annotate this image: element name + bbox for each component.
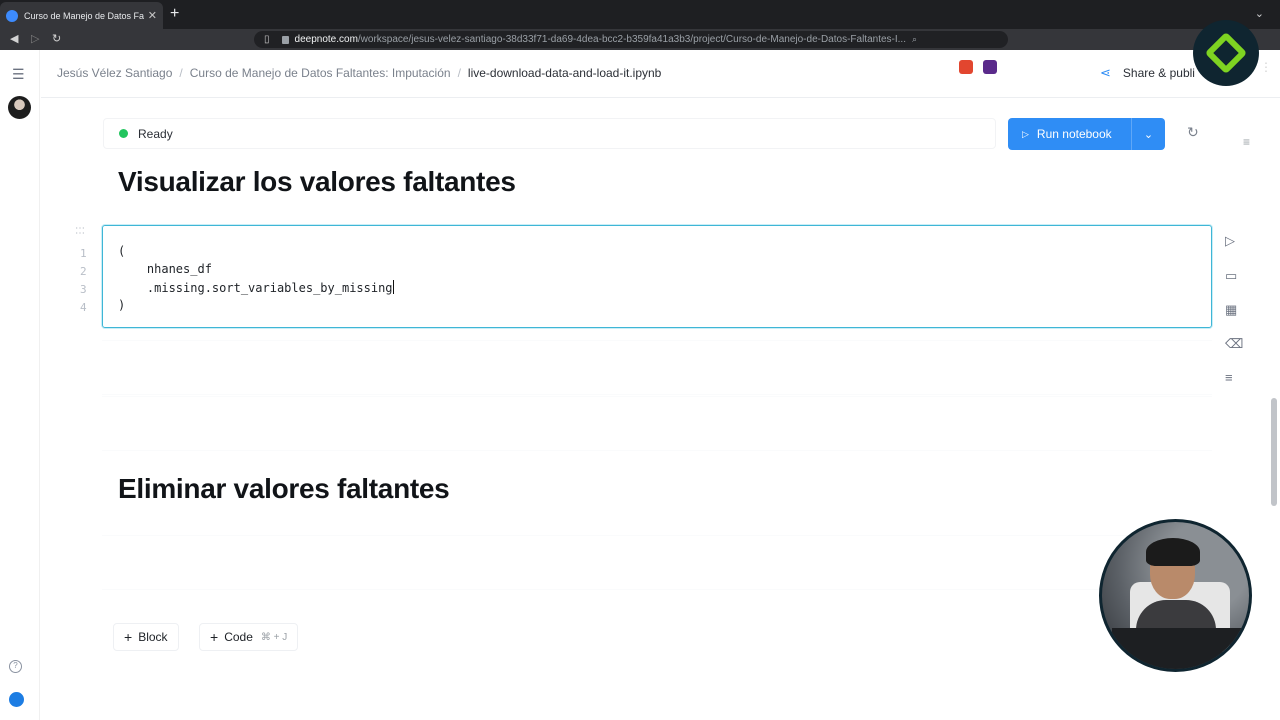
new-tab-icon[interactable]: + [170, 6, 179, 22]
line-number: 1 [80, 247, 87, 260]
breadcrumb: Jesús Vélez Santiago / Curso de Manejo de … [57, 66, 661, 80]
tab-title: Curso de Manejo de Datos Falta [24, 10, 144, 21]
run-notebook-label: Run notebook [1036, 127, 1112, 141]
breadcrumb-workspace[interactable]: Jesús Vélez Santiago [57, 66, 172, 80]
play-icon[interactable]: ▷ [1225, 233, 1235, 249]
code-cell[interactable] [102, 225, 1212, 328]
code-line-text: .missing.sort_variables_by_missing [118, 281, 393, 295]
calendar-icon[interactable]: ▦ [1225, 302, 1237, 318]
plus-icon: + [124, 629, 133, 645]
url-host: deepnote.com [294, 34, 358, 45]
reload-icon[interactable]: ↻ [52, 32, 61, 45]
code-line[interactable]: ( [118, 244, 125, 258]
deepnote-logo-icon[interactable] [9, 692, 24, 707]
comment-icon[interactable]: ▭ [1225, 268, 1237, 284]
browser-toolbar: ◀ ▷ ↻ ▯ deepnote.com /workspace/jesus-ve… [0, 29, 1280, 74]
breadcrumb-project[interactable]: Curso de Manejo de Datos Faltantes: Impu… [190, 66, 451, 80]
close-icon[interactable]: ✕ [148, 9, 157, 22]
bookmark-icon[interactable]: ▯ [264, 34, 270, 45]
line-number: 3 [80, 283, 87, 296]
trash-icon[interactable]: ⌫ [1225, 336, 1243, 352]
play-icon: ▷ [1022, 128, 1029, 139]
avatar[interactable] [8, 96, 31, 119]
code-line[interactable]: ) [118, 298, 125, 312]
line-number: 4 [80, 301, 87, 314]
add-block-button[interactable]: + Block [113, 623, 179, 651]
text-cursor [392, 280, 394, 294]
notebook-header: Jesús Vélez Santiago / Curso de Manejo de … [41, 50, 1280, 98]
diamond-logo-icon [1204, 31, 1248, 75]
add-code-label: Code [224, 630, 253, 644]
add-block-label: Block [138, 630, 168, 644]
back-icon[interactable]: ◀ [10, 32, 18, 45]
webcam-person-hair [1146, 538, 1200, 566]
heading-block-1[interactable]: Visualizar los valores faltantes [118, 166, 516, 198]
url-bar[interactable]: ▯ deepnote.com /workspace/jesus-velez-sa… [254, 31, 1008, 48]
deepnote-badge-logo [1193, 20, 1259, 86]
zoom-icon[interactable]: ⌕ [912, 34, 917, 45]
chevron-down-icon[interactable]: ⌄ [1132, 128, 1165, 141]
url-path: /workspace/jesus-velez-santiago-38d33f71… [357, 34, 906, 45]
share-icon: ⋖ [1100, 65, 1111, 80]
forward-icon[interactable]: ▷ [31, 32, 39, 45]
line-number: 2 [80, 265, 87, 278]
outline-toggle-icon[interactable]: ≡ [1243, 135, 1250, 149]
help-circle-icon[interactable]: ? [9, 660, 22, 673]
share-button[interactable]: ⋖ Share & publi [1100, 65, 1195, 81]
browser-tab[interactable]: Curso de Manejo de Datos Falta ✕ [0, 2, 163, 29]
shortcut-hint: ⌘ + J [260, 631, 288, 643]
code-line-active[interactable]: .missing.sort_variables_by_missing [118, 280, 394, 295]
heading-block-2[interactable]: Eliminar valores faltantes [118, 473, 450, 505]
status-dot-icon [119, 129, 128, 138]
empty-block[interactable] [102, 340, 1212, 395]
run-notebook-button[interactable]: ▷ Run notebook ⌄ [1008, 118, 1165, 150]
deepnote-favicon-icon [6, 9, 18, 22]
lock-icon [281, 35, 289, 44]
browser-tabbar: Curso de Manejo de Datos Falta ✕ + ⌄ [0, 0, 1280, 29]
app-sidebar: ☰ ? [0, 50, 40, 720]
scrollbar[interactable] [1271, 398, 1277, 506]
run-notebook-main[interactable]: ▷ Run notebook [1008, 118, 1132, 150]
webcam-laptop [1112, 628, 1247, 669]
refresh-icon[interactable]: ↻ [1187, 124, 1199, 141]
empty-block[interactable] [102, 535, 1212, 590]
status-text: Ready [138, 126, 173, 141]
plus-icon: + [210, 629, 219, 645]
share-label: Share & publi [1122, 66, 1195, 80]
breadcrumb-notebook[interactable]: live-download-data-and-load-it.ipynb [468, 66, 661, 80]
empty-block[interactable] [102, 396, 1212, 451]
breadcrumb-separator: / [179, 66, 183, 80]
drag-handle-icon[interactable]: ⋯ ⋯ [75, 224, 86, 239]
chevron-down-icon[interactable]: ⌄ [1255, 7, 1264, 20]
webcam-overlay [1099, 519, 1252, 672]
kernel-status-bar: Ready [103, 118, 996, 149]
code-line[interactable]: nhanes_df [118, 262, 212, 276]
add-code-button[interactable]: + Code ⌘ + J [199, 623, 299, 651]
breadcrumb-separator: / [457, 66, 461, 80]
menu-icon[interactable]: ≡ [1225, 370, 1233, 385]
list-icon[interactable]: ☰ [12, 66, 25, 83]
